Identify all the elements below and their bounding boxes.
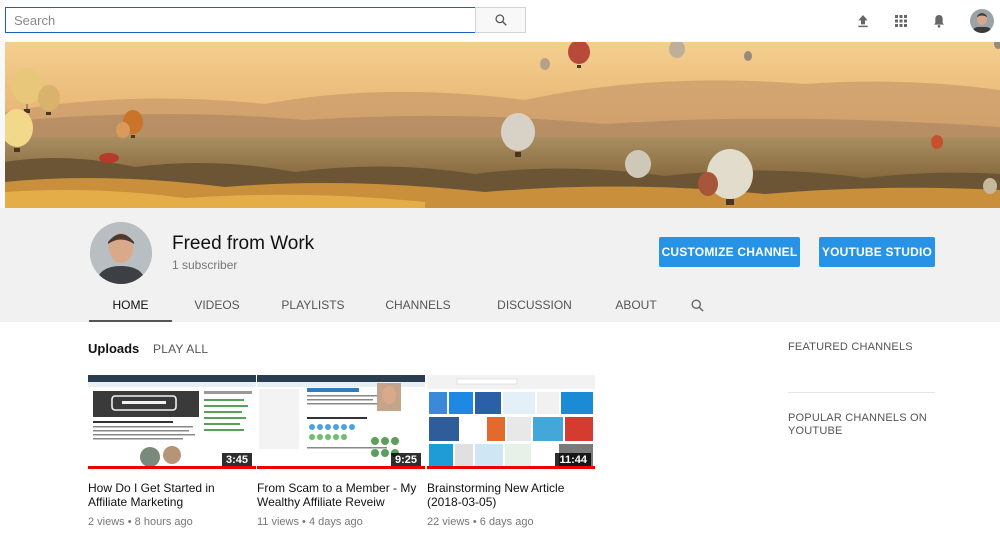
tab-discussion[interactable]: DISCUSSION <box>472 288 597 322</box>
tab-channels[interactable]: CHANNELS <box>364 288 472 322</box>
notifications-button[interactable] <box>920 2 958 40</box>
popular-channels-heading: POPULAR CHANNELS ON YOUTUBE <box>788 412 927 437</box>
tab-home[interactable]: HOME <box>89 288 172 322</box>
view-count: 2 views <box>88 516 125 528</box>
channel-banner <box>5 42 1000 208</box>
video-duration: 11:44 <box>555 453 591 467</box>
upload-button[interactable] <box>844 2 882 40</box>
tab-about[interactable]: ABOUT <box>597 288 675 322</box>
video-thumbnail[interactable]: 11:44 <box>427 375 595 469</box>
upload-age: 4 days ago <box>308 516 363 528</box>
watch-progress-bar <box>257 466 425 469</box>
watch-progress-bar <box>427 466 595 469</box>
video-card[interactable]: 11:44 Brainstorming New Article (2018-03… <box>427 375 595 528</box>
view-count: 22 views <box>427 516 470 528</box>
apps-icon <box>895 14 907 27</box>
tab-videos[interactable]: VIDEOS <box>172 288 262 322</box>
upload-icon <box>858 14 868 27</box>
apps-button[interactable] <box>882 2 920 40</box>
youtube-studio-button[interactable]: YOUTUBE STUDIO <box>819 237 935 267</box>
search-icon <box>691 299 704 312</box>
subscriber-count: 1 subscriber <box>172 258 238 272</box>
bell-icon <box>934 14 944 28</box>
upload-age: 8 hours ago <box>134 516 193 528</box>
video-meta: 2 views • 8 hours ago <box>88 516 193 528</box>
video-meta: 22 views • 6 days ago <box>427 516 534 528</box>
video-thumbnail[interactable]: 9:25 <box>257 375 425 469</box>
channel-name: Freed from Work <box>172 233 315 254</box>
video-title[interactable]: How Do I Get Started in Affiliate Market… <box>88 481 256 509</box>
video-duration: 3:45 <box>221 453 252 467</box>
home-content: Uploads PLAY ALL 3:45 How Do I Get Start… <box>0 322 1000 534</box>
video-card[interactable]: 9:25 From Scam to a Member - My Wealthy … <box>257 375 425 528</box>
video-duration: 9:25 <box>390 453 421 467</box>
watch-progress-bar <box>88 466 256 469</box>
channel-search-button[interactable] <box>675 288 719 322</box>
video-title[interactable]: From Scam to a Member - My Wealthy Affil… <box>257 481 425 509</box>
view-count: 11 views <box>257 516 299 528</box>
masthead <box>0 0 1000 41</box>
tab-playlists[interactable]: PLAYLISTS <box>262 288 364 322</box>
account-avatar[interactable] <box>970 8 994 33</box>
channel-tabs: HOME VIDEOS PLAYLISTS CHANNELS DISCUSSIO… <box>89 288 719 322</box>
upload-age: 6 days ago <box>479 516 534 528</box>
channel-header: Freed from Work 1 subscriber CUSTOMIZE C… <box>0 208 1000 322</box>
customize-channel-button[interactable]: CUSTOMIZE CHANNEL <box>659 237 800 267</box>
featured-channels-heading: FEATURED CHANNELS <box>788 341 913 353</box>
channel-avatar[interactable] <box>90 222 152 284</box>
video-title[interactable]: Brainstorming New Article (2018-03-05) <box>427 481 595 509</box>
sidebar-divider <box>788 392 935 393</box>
video-meta: 11 views • 4 days ago <box>257 516 363 528</box>
uploads-heading: Uploads <box>88 341 140 356</box>
play-all-button[interactable]: PLAY ALL <box>153 342 208 356</box>
search-input[interactable] <box>5 7 475 33</box>
search-button[interactable] <box>475 7 526 33</box>
video-card[interactable]: 3:45 How Do I Get Started in Affiliate M… <box>88 375 256 528</box>
search-icon <box>494 14 507 26</box>
banner-image <box>5 42 1000 208</box>
video-thumbnail[interactable]: 3:45 <box>88 375 256 469</box>
search-box <box>5 7 526 33</box>
